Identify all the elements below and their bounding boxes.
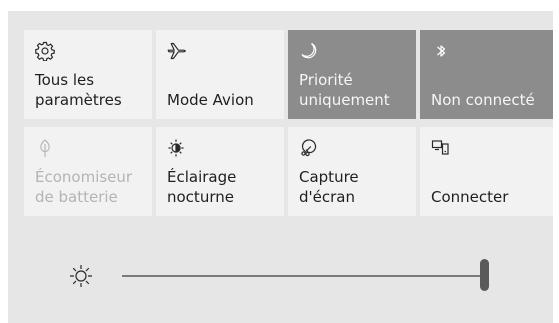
tile-connect[interactable]: Connecter	[420, 127, 553, 216]
slider-thumb[interactable]	[479, 259, 489, 291]
brightness-slider[interactable]	[8, 257, 553, 297]
tile-label: Priorité uniquement	[299, 71, 390, 109]
tile-all-settings[interactable]: Tous les paramètres	[24, 30, 152, 119]
sun-moon-icon	[167, 138, 187, 158]
tile-label: Économiseur de batterie	[35, 168, 133, 206]
gear-icon	[35, 41, 55, 61]
moon-icon	[299, 41, 319, 61]
airplane-icon	[167, 41, 187, 61]
tile-airplane-mode[interactable]: Mode Avion	[156, 30, 284, 119]
tile-focus-assist[interactable]: Priorité uniquement	[288, 30, 416, 119]
bluetooth-icon	[431, 41, 451, 61]
leaf-icon	[35, 138, 55, 158]
tile-screen-snip[interactable]: Capture d'écran	[288, 127, 416, 216]
slider-track[interactable]	[122, 275, 484, 277]
tile-label: Tous les paramètres	[35, 71, 122, 109]
tile-label: Non connecté	[431, 91, 535, 109]
tile-night-light[interactable]: Éclairage nocturne	[156, 127, 284, 216]
snip-icon	[299, 138, 319, 158]
action-center-panel: Tous les paramètres Mode Avion Priorité …	[8, 11, 553, 323]
tile-bluetooth[interactable]: Non connecté	[420, 30, 553, 119]
tile-battery-saver[interactable]: Économiseur de batterie	[24, 127, 152, 216]
tile-label: Capture d'écran	[299, 168, 359, 206]
brightness-icon	[68, 263, 94, 289]
project-icon	[431, 138, 451, 158]
tile-label: Connecter	[431, 188, 509, 206]
tile-label: Éclairage nocturne	[167, 168, 237, 206]
tile-label: Mode Avion	[167, 91, 254, 109]
